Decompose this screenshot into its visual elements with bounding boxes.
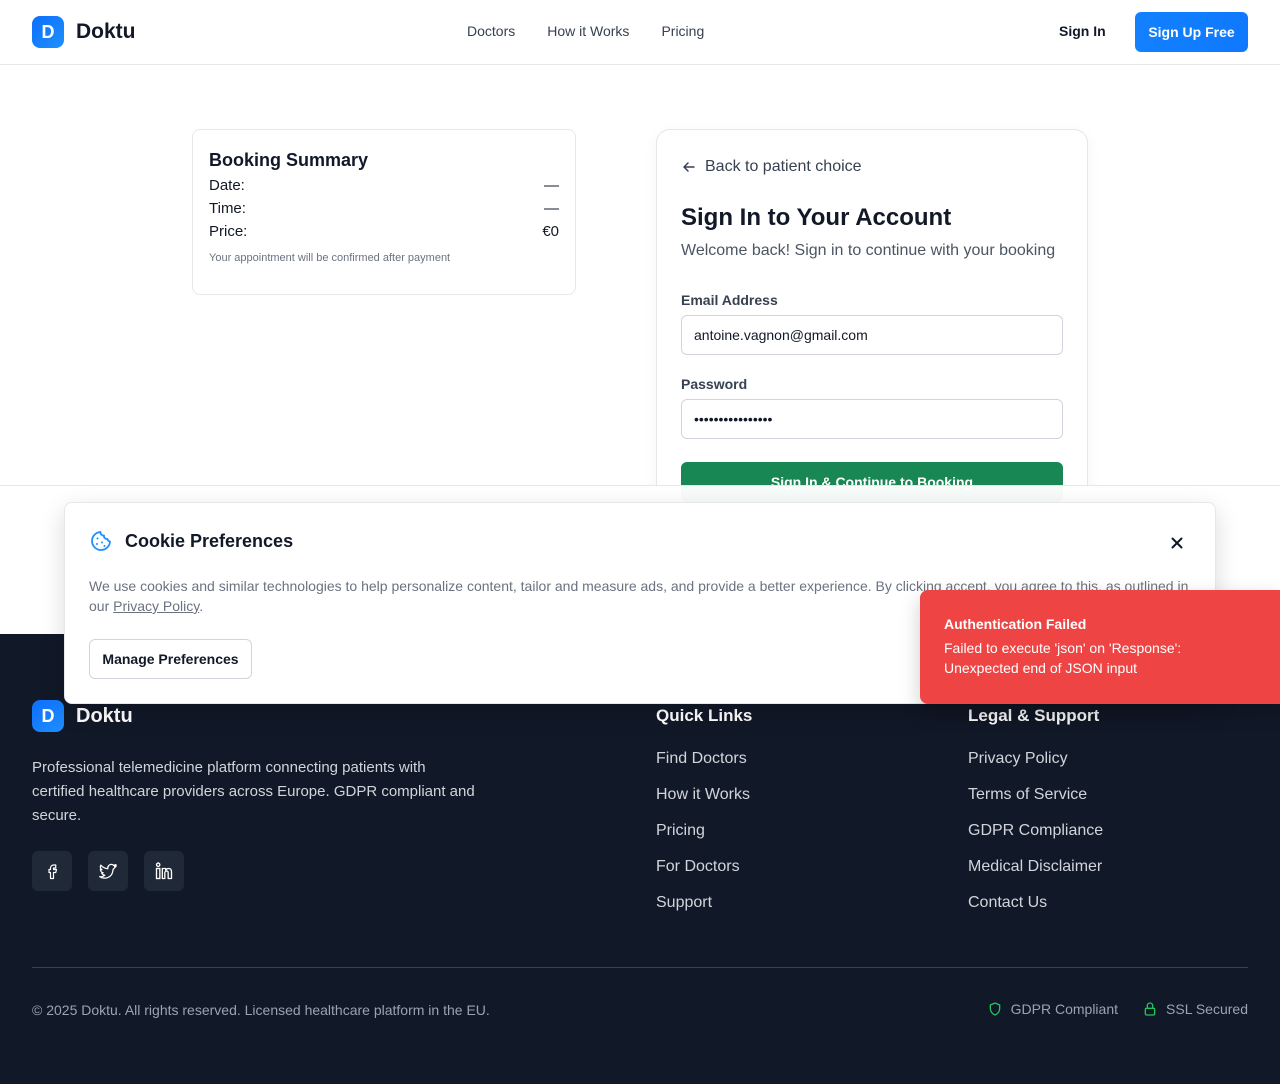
error-toast[interactable]: Authentication Failed Failed to execute … bbox=[920, 590, 1280, 704]
arrow-left-icon bbox=[683, 162, 695, 172]
booking-summary-title: Booking Summary bbox=[209, 150, 369, 170]
password-label: Password bbox=[681, 376, 748, 392]
sign-in-title: Sign In to Your Account bbox=[681, 204, 952, 231]
brand-logo[interactable]: D Doktu bbox=[32, 16, 136, 48]
footer-brand-name: Doktu bbox=[76, 704, 133, 727]
lock-icon bbox=[1144, 1002, 1156, 1016]
ssl-badge-label: SSL Secured bbox=[1166, 1001, 1248, 1017]
toast-message: Failed to execute 'json' on 'Response': … bbox=[944, 640, 1182, 676]
legal-column: Legal & Support Privacy Policy Terms of … bbox=[968, 706, 1103, 930]
back-link[interactable]: Back to patient choice bbox=[681, 158, 862, 176]
password-field[interactable] bbox=[681, 399, 1063, 439]
footer-link-pricing[interactable]: Pricing bbox=[656, 822, 752, 844]
footer-logo[interactable]: D Doktu bbox=[32, 700, 133, 732]
footer-link-gdpr[interactable]: GDPR Compliance bbox=[968, 822, 1103, 844]
gdpr-badge-label: GDPR Compliant bbox=[1010, 1001, 1119, 1017]
toast-title: Authentication Failed bbox=[944, 616, 1087, 632]
shield-icon bbox=[989, 1002, 1000, 1016]
nav-pricing[interactable]: Pricing bbox=[661, 23, 704, 39]
footer-link-contact[interactable]: Contact Us bbox=[968, 894, 1103, 916]
linkedin-icon[interactable] bbox=[144, 851, 184, 891]
nav-how-it-works[interactable]: How it Works bbox=[547, 23, 629, 39]
cookie-header: Cookie Preferences bbox=[89, 529, 293, 553]
summary-label: Time: bbox=[209, 200, 246, 217]
summary-row-time: Time: — bbox=[209, 200, 559, 217]
cookie-icon bbox=[91, 531, 111, 551]
quick-links-title: Quick Links bbox=[656, 706, 753, 725]
quick-links-column: Quick Links Find Doctors How it Works Pr… bbox=[656, 706, 752, 930]
footer-link-how-it-works[interactable]: How it Works bbox=[656, 786, 752, 808]
copyright-text: © 2025 Doktu. All rights reserved. Licen… bbox=[32, 1002, 490, 1018]
cookie-title: Cookie Preferences bbox=[125, 530, 294, 551]
footer-link-support[interactable]: Support bbox=[656, 894, 752, 916]
brand-name: Doktu bbox=[76, 20, 136, 43]
ssl-badge: SSL Secured bbox=[1142, 1001, 1248, 1017]
footer-description: Professional telemedicine platform conne… bbox=[32, 759, 475, 824]
footer-link-medical-disclaimer[interactable]: Medical Disclaimer bbox=[968, 858, 1103, 880]
back-link-label: Back to patient choice bbox=[705, 158, 862, 175]
email-field[interactable] bbox=[681, 315, 1063, 355]
email-label: Email Address bbox=[681, 292, 778, 308]
booking-summary-card: Booking Summary Date: — Time: — Price: €… bbox=[192, 129, 576, 295]
footer-link-find-doctors[interactable]: Find Doctors bbox=[656, 750, 752, 772]
summary-label: Date: bbox=[209, 177, 245, 194]
summary-value: — bbox=[544, 177, 559, 194]
gdpr-badge: GDPR Compliant bbox=[987, 1001, 1118, 1017]
main-nav: Doctors How it Works Pricing bbox=[467, 23, 704, 39]
social-links bbox=[32, 851, 184, 891]
top-header: D Doktu Doctors How it Works Pricing Sig… bbox=[0, 0, 1280, 65]
close-icon[interactable] bbox=[1169, 535, 1185, 551]
sign-up-button[interactable]: Sign Up Free bbox=[1135, 12, 1248, 52]
footer-link-privacy-policy[interactable]: Privacy Policy bbox=[968, 750, 1103, 772]
privacy-policy-link[interactable]: Privacy Policy bbox=[113, 598, 199, 614]
summary-note: Your appointment will be confirmed after… bbox=[209, 252, 451, 264]
footer-link-for-doctors[interactable]: For Doctors bbox=[656, 858, 752, 880]
summary-row-date: Date: — bbox=[209, 177, 559, 194]
twitter-icon[interactable] bbox=[88, 851, 128, 891]
facebook-icon[interactable] bbox=[32, 851, 72, 891]
logo-mark: D bbox=[32, 700, 64, 732]
manage-preferences-button[interactable]: Manage Preferences bbox=[89, 639, 252, 679]
summary-row-price: Price: €0 bbox=[209, 223, 559, 240]
footer-link-terms[interactable]: Terms of Service bbox=[968, 786, 1103, 808]
legal-title: Legal & Support bbox=[968, 706, 1100, 725]
sign-in-subtitle: Welcome back! Sign in to continue with y… bbox=[681, 242, 1056, 259]
summary-label: Price: bbox=[209, 223, 248, 240]
nav-doctors[interactable]: Doctors bbox=[467, 23, 515, 39]
sign-in-link[interactable]: Sign In bbox=[1059, 23, 1106, 39]
sign-in-card: Back to patient choice Sign In to Your A… bbox=[656, 129, 1088, 529]
footer-divider bbox=[32, 967, 1248, 968]
trust-badges: GDPR Compliant SSL Secured bbox=[987, 1001, 1248, 1017]
summary-value: — bbox=[544, 200, 559, 217]
summary-value: €0 bbox=[542, 223, 559, 240]
logo-mark: D bbox=[32, 16, 64, 48]
